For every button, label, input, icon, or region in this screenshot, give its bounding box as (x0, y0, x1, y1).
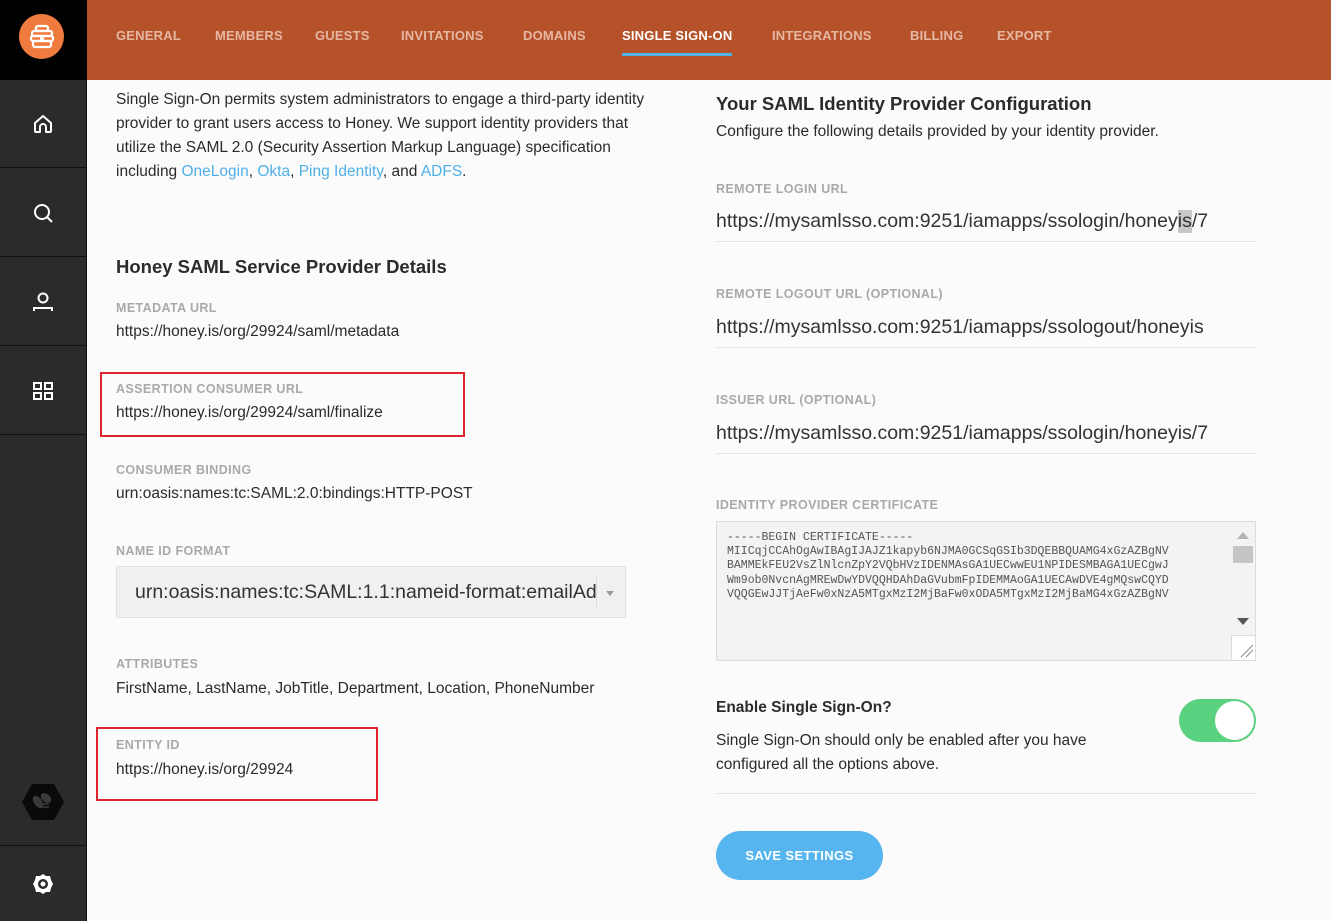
logo-cell (0, 0, 87, 80)
bee-hexagon-icon (22, 783, 64, 820)
tab-guests[interactable]: GUESTS (315, 28, 370, 43)
entity-id-value: https://honey.is/org/29924 (116, 761, 294, 778)
metadata-url-label: METADATA URL (116, 301, 217, 315)
remote-logout-url-input[interactable]: https://mysamlsso.com:9251/iamapps/ssolo… (716, 312, 1256, 348)
name-id-format-select[interactable]: urn:oasis:names:tc:SAML:1.1:nameid-forma… (116, 566, 626, 618)
metadata-url-link[interactable]: https://honey.is/org/29924/saml/metadata (116, 323, 399, 341)
name-id-format-value: urn:oasis:names:tc:SAML:1.1:nameid-forma… (135, 581, 597, 603)
select-divider (596, 575, 597, 609)
certificate-scrollbar[interactable] (1231, 522, 1255, 630)
sidebar-item-profile[interactable] (0, 258, 86, 346)
identity-provider-heading: Your SAML Identity Provider Configuratio… (716, 93, 1092, 114)
tab-domains[interactable]: DOMAINS (523, 28, 586, 43)
issuer-url-input[interactable]: https://mysamlsso.com:9251/iamapps/ssolo… (716, 418, 1256, 454)
adfs-link[interactable]: ADFS (421, 163, 462, 180)
tab-members[interactable]: MEMBERS (215, 28, 283, 43)
sidebar-item-bee-badge[interactable] (0, 758, 86, 846)
tab-general[interactable]: GENERAL (116, 28, 181, 43)
text-selection: is (1177, 210, 1192, 233)
divider (716, 793, 1256, 794)
attributes-value: FirstName, LastName, JobTitle, Departmen… (116, 680, 595, 697)
sidebar-item-settings[interactable] (0, 847, 86, 921)
enable-sso-description: Single Sign-On should only be enabled af… (716, 732, 1087, 773)
chevron-down-icon (606, 591, 614, 596)
tab-single-sign-on[interactable]: SINGLE SIGN-ON (622, 28, 733, 56)
scroll-down-icon[interactable] (1237, 618, 1249, 625)
sidebar-item-home[interactable] (0, 80, 86, 168)
identity-provider-subheading: Configure the following details provided… (716, 123, 1159, 140)
assertion-consumer-url-label: ASSERTION CONSUMER URL (116, 382, 304, 396)
entity-id-label: ENTITY ID (116, 738, 180, 752)
name-id-format-label: NAME ID FORMAT (116, 544, 231, 558)
sso-intro-text: Single Sign-On permits system administra… (116, 91, 645, 180)
toggle-knob (1215, 701, 1254, 740)
certificate-text: -----BEGIN CERTIFICATE----- MIICqjCCAhOg… (727, 531, 1169, 601)
tab-billing[interactable]: BILLING (910, 28, 963, 43)
attributes-label: ATTRIBUTES (116, 657, 199, 671)
grid-icon (33, 381, 53, 400)
tab-invitations[interactable]: INVITATIONS (401, 28, 484, 43)
service-provider-heading: Honey SAML Service Provider Details (116, 256, 447, 277)
onelogin-link[interactable]: OneLogin (182, 163, 249, 180)
tab-export[interactable]: EXPORT (997, 28, 1052, 43)
certificate-textarea[interactable]: -----BEGIN CERTIFICATE----- MIICqjCCAhOg… (716, 521, 1256, 661)
sidebar-item-search[interactable] (0, 169, 86, 257)
enable-sso-title: Enable Single Sign-On? (716, 699, 892, 716)
assertion-consumer-url-value: https://honey.is/org/29924/saml/finalize (116, 404, 383, 421)
honey-logo-icon[interactable] (19, 14, 64, 59)
sidebar-item-apps[interactable] (0, 347, 86, 435)
sidebar (0, 0, 87, 921)
remote-login-url-label: REMOTE LOGIN URL (716, 182, 849, 196)
gear-icon (33, 874, 53, 894)
consumer-binding-label: CONSUMER BINDING (116, 463, 252, 477)
remote-logout-url-label: REMOTE LOGOUT URL (OPTIONAL) (716, 287, 943, 301)
search-icon (34, 203, 53, 223)
sso-settings-content: Single Sign-On permits system administra… (87, 80, 1331, 921)
consumer-binding-value: urn:oasis:names:tc:SAML:2.0:bindings:HTT… (116, 485, 473, 502)
home-icon (34, 114, 52, 133)
settings-tab-bar: GENERAL MEMBERS GUESTS INVITATIONS DOMAI… (87, 0, 1331, 80)
tab-integrations[interactable]: INTEGRATIONS (772, 28, 872, 43)
save-settings-button[interactable]: SAVE SETTINGS (716, 831, 883, 880)
scroll-up-icon[interactable] (1237, 532, 1249, 539)
ping-identity-link[interactable]: Ping Identity (299, 163, 383, 180)
user-icon (33, 292, 53, 311)
scroll-thumb[interactable] (1233, 546, 1253, 563)
okta-link[interactable]: Okta (257, 163, 290, 180)
resize-handle-icon[interactable] (1231, 635, 1255, 660)
issuer-url-label: ISSUER URL (OPTIONAL) (716, 393, 877, 407)
enable-sso-toggle[interactable] (1179, 699, 1256, 742)
certificate-label: IDENTITY PROVIDER CERTIFICATE (716, 498, 939, 512)
remote-login-url-input[interactable]: https://mysamlsso.com:9251/iamapps/ssolo… (716, 206, 1256, 242)
